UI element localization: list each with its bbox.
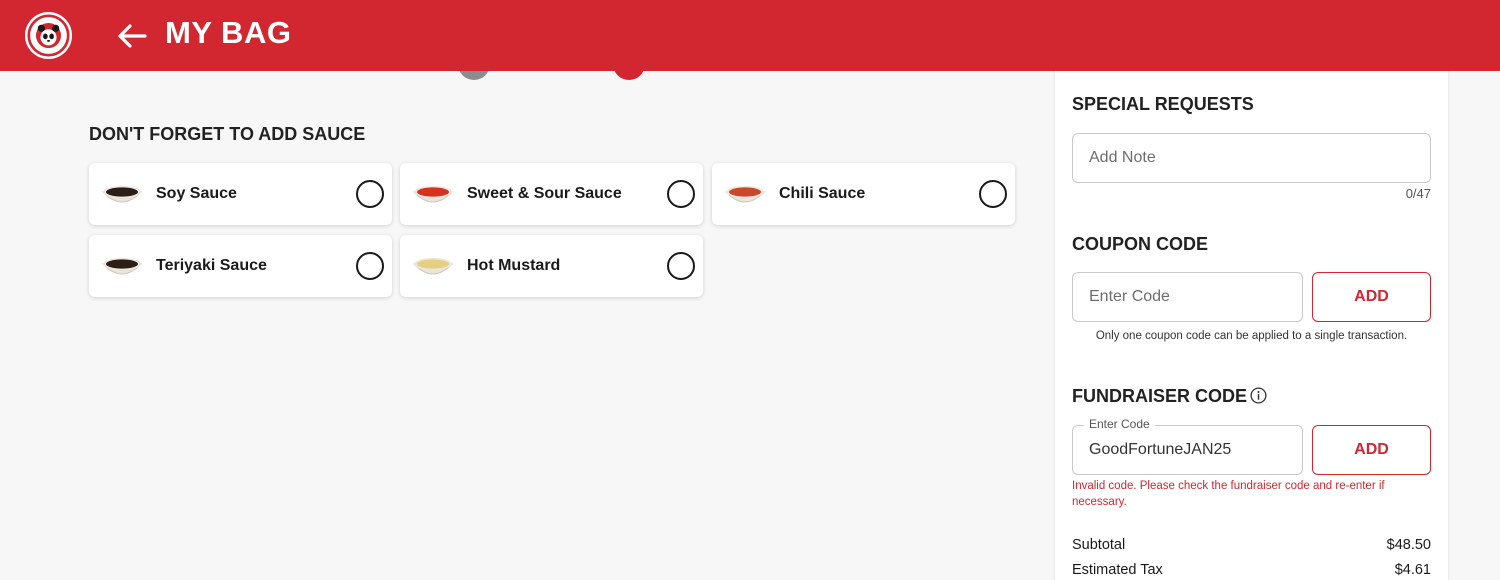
subtotal-value: $48.50 <box>1386 537 1431 553</box>
sauce-option-sweet-sour[interactable]: Sweet & Sour Sauce <box>400 163 703 225</box>
sweet-sour-sauce-bowl-icon <box>412 181 454 209</box>
arrow-left-icon <box>118 24 147 48</box>
panda-logo-icon <box>27 14 70 57</box>
sauce-option-teriyaki[interactable]: Teriyaki Sauce <box>89 235 392 297</box>
page-title: MY BAG <box>165 15 292 50</box>
sauce-name: Soy Sauce <box>156 185 237 202</box>
add-coupon-button[interactable]: ADD <box>1312 272 1431 322</box>
coupon-help-text: Only one coupon code can be applied to a… <box>1095 330 1408 342</box>
sauce-name: Sweet & Sour Sauce <box>467 185 622 202</box>
fundraiser-input-label: Enter Code <box>1084 417 1155 431</box>
info-icon[interactable] <box>1250 387 1267 404</box>
sauce-name: Hot Mustard <box>467 257 561 274</box>
coupon-code-title: COUPON CODE <box>1072 234 1209 254</box>
fundraiser-code-title: FUNDRAISER CODE <box>1072 386 1248 406</box>
fundraiser-code-input[interactable] <box>1072 425 1303 475</box>
header-bar: MY BAG <box>0 0 1500 71</box>
sauce-option-chili[interactable]: Chili Sauce <box>712 163 1015 225</box>
sauce-option-hot-mustard[interactable]: Hot Mustard <box>400 235 703 297</box>
teriyaki-sauce-bowl-icon <box>101 253 143 281</box>
add-fundraiser-button[interactable]: ADD <box>1312 425 1431 475</box>
coupon-code-input[interactable] <box>1072 272 1303 322</box>
subtotal-label: Subtotal <box>1072 537 1126 553</box>
sauce-radio[interactable] <box>667 252 695 280</box>
special-requests-title: SPECIAL REQUESTS <box>1072 94 1254 114</box>
sauce-radio[interactable] <box>356 252 384 280</box>
sauce-radio[interactable] <box>356 180 384 208</box>
sauce-radio[interactable] <box>979 180 1007 208</box>
note-char-counter: 0/47 <box>1405 186 1431 201</box>
sauce-radio[interactable] <box>667 180 695 208</box>
sauce-name: Chili Sauce <box>779 185 866 202</box>
panda-express-logo[interactable] <box>25 12 72 59</box>
sauce-option-soy[interactable]: Soy Sauce <box>89 163 392 225</box>
soy-sauce-bowl-icon <box>101 181 143 209</box>
add-note-input[interactable] <box>1072 133 1431 183</box>
estimated-tax-label: Estimated Tax <box>1072 562 1163 578</box>
chili-sauce-bowl-icon <box>724 181 766 209</box>
fundraiser-error-message: Invalid code. Please check the fundraise… <box>1072 480 1385 508</box>
hot-mustard-bowl-icon <box>412 253 454 281</box>
estimated-tax-value: $4.61 <box>1394 562 1431 578</box>
sauce-name: Teriyaki Sauce <box>156 257 267 274</box>
order-details-panel: SPECIAL REQUESTS 0/47 COUPON CODE ADD On… <box>1055 71 1448 580</box>
sauce-section-heading: DON'T FORGET TO ADD SAUCE <box>89 124 366 144</box>
back-button[interactable] <box>115 20 149 52</box>
